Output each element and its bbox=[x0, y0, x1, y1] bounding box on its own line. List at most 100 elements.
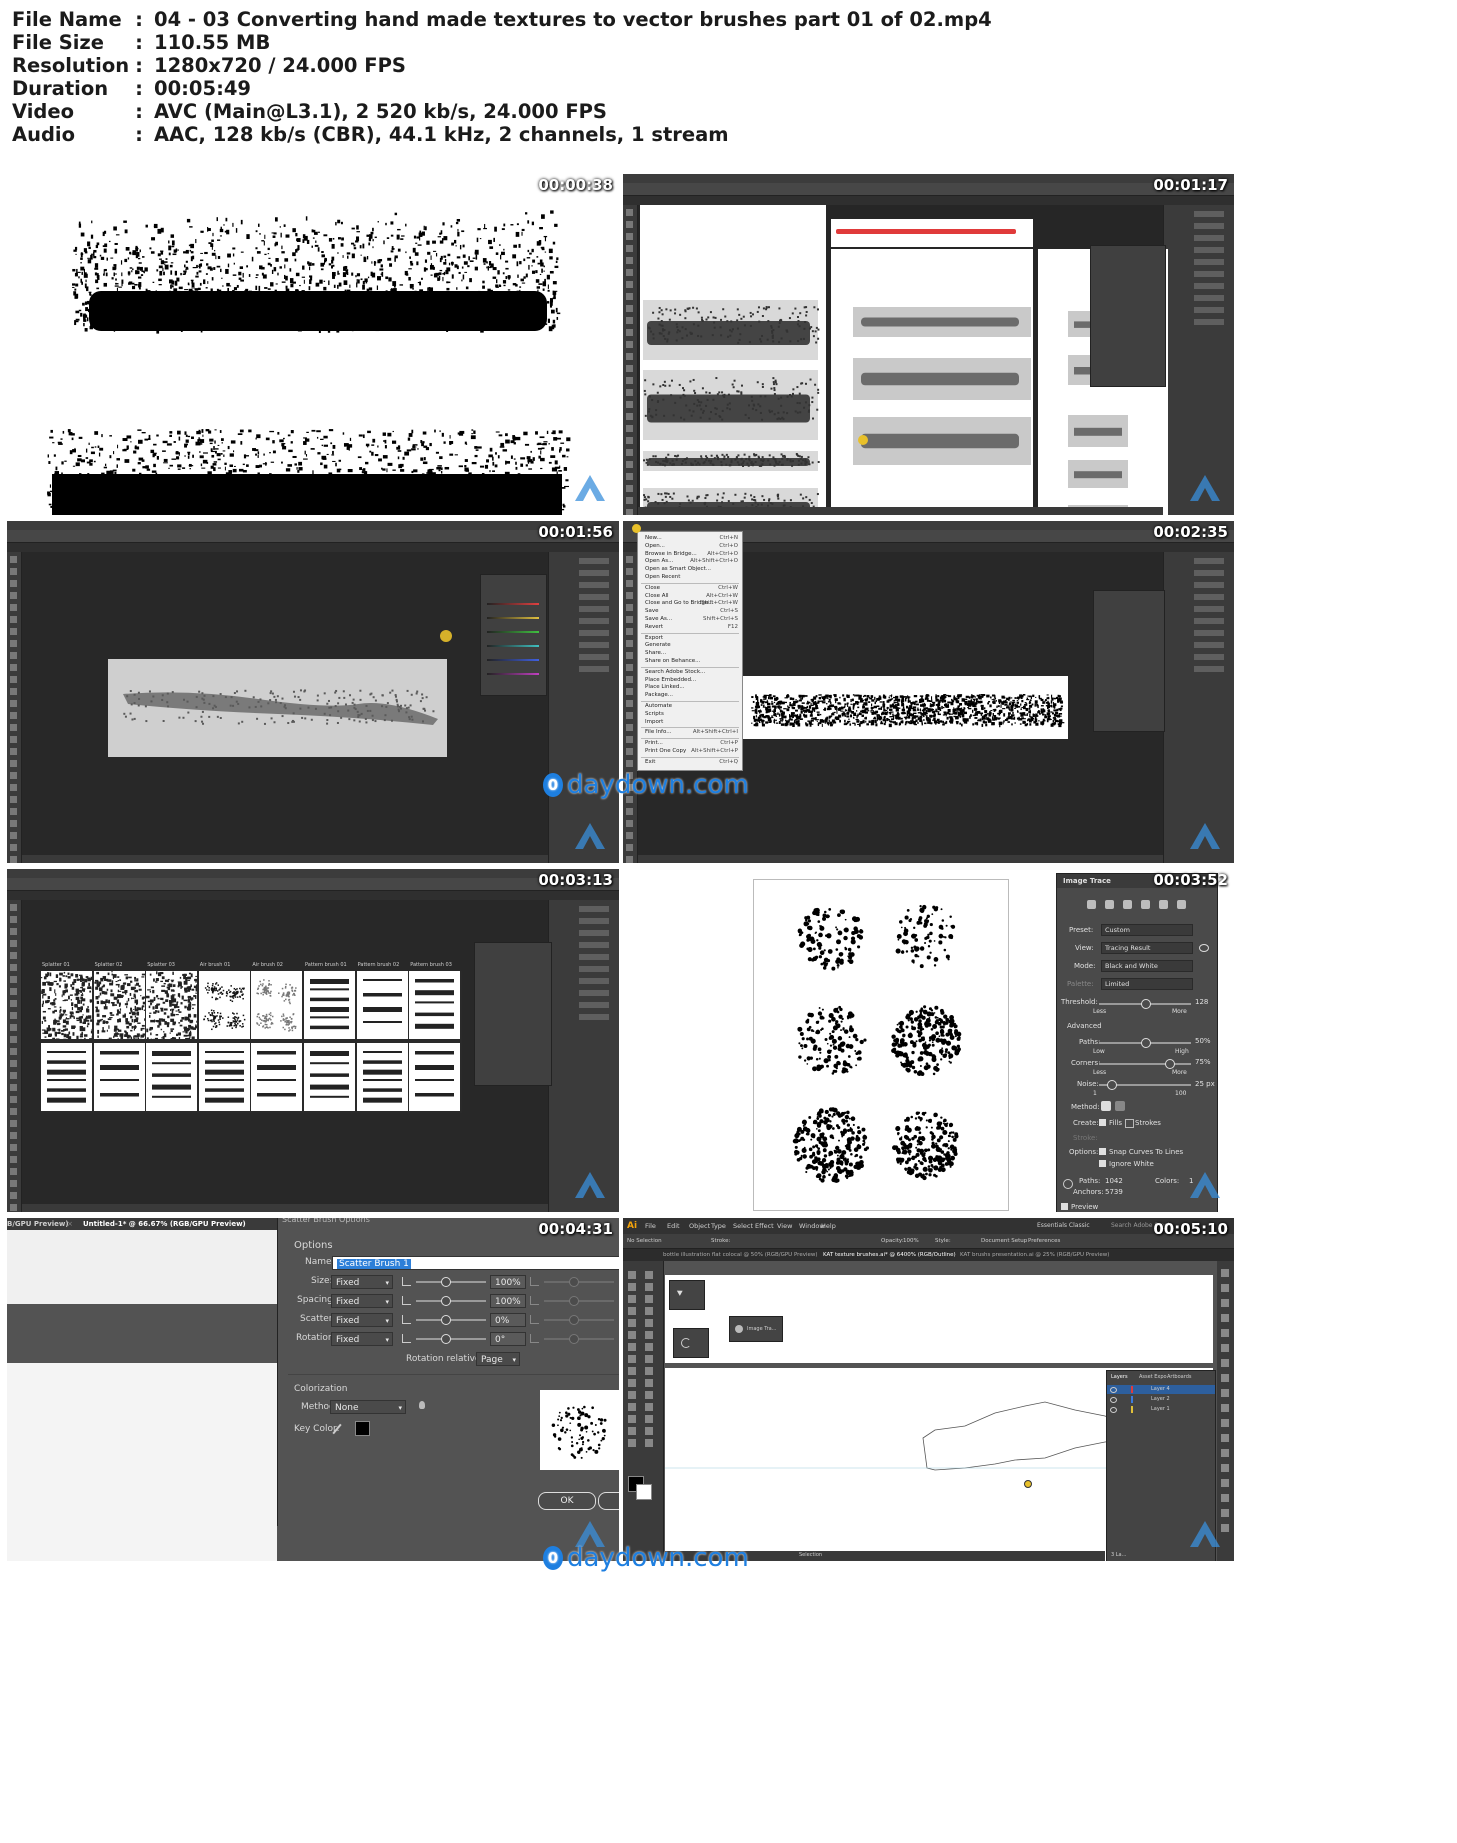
visibility-eye-icon[interactable] bbox=[1110, 1407, 1117, 1413]
panel-icon[interactable] bbox=[1194, 211, 1224, 217]
tip-bulb-icon[interactable] bbox=[419, 1401, 425, 1409]
cancel-button[interactable] bbox=[598, 1492, 619, 1510]
panel-icon[interactable] bbox=[1221, 1479, 1229, 1487]
tool-icon[interactable] bbox=[645, 1367, 653, 1375]
panel-icon[interactable] bbox=[1194, 247, 1224, 253]
tool-icon[interactable] bbox=[10, 832, 17, 839]
tool-icon[interactable] bbox=[10, 1024, 17, 1031]
tool-icon[interactable] bbox=[645, 1427, 653, 1435]
tool-icon[interactable] bbox=[10, 628, 17, 635]
file-menu-item[interactable]: New... bbox=[645, 535, 662, 541]
tool-icon[interactable] bbox=[645, 1283, 653, 1291]
tool-icon[interactable] bbox=[10, 1156, 17, 1163]
tool-icon[interactable] bbox=[628, 1427, 636, 1435]
tool-icon[interactable] bbox=[645, 1379, 653, 1387]
panel-icon[interactable] bbox=[1221, 1374, 1229, 1382]
tool-icon[interactable] bbox=[626, 233, 633, 240]
tool-icon[interactable] bbox=[645, 1295, 653, 1303]
tool-icon[interactable] bbox=[626, 473, 633, 480]
preferences-button[interactable]: Preferences bbox=[1028, 1238, 1060, 1244]
option-mode-select[interactable]: Fixed ▾ bbox=[331, 1313, 393, 1327]
layers-panel-tab[interactable]: Asset Expo bbox=[1139, 1374, 1167, 1380]
file-menu-item[interactable]: Place Linked... bbox=[645, 684, 685, 690]
tool-icon[interactable] bbox=[628, 1367, 636, 1375]
panel-icon[interactable] bbox=[1221, 1434, 1229, 1442]
panel-icon[interactable] bbox=[579, 558, 609, 564]
file-menu-item[interactable]: Share on Behance... bbox=[645, 658, 700, 664]
strokes-checkbox[interactable] bbox=[1125, 1119, 1134, 1128]
tool-icon[interactable] bbox=[626, 556, 633, 563]
file-menu-item[interactable]: Revert bbox=[645, 624, 663, 630]
tool-icon[interactable] bbox=[645, 1403, 653, 1411]
tool-icon[interactable] bbox=[626, 257, 633, 264]
tool-icon[interactable] bbox=[626, 592, 633, 599]
tool-icon[interactable] bbox=[10, 1036, 17, 1043]
tool-icon[interactable] bbox=[626, 580, 633, 587]
tool-icon[interactable] bbox=[626, 377, 633, 384]
file-menu-item[interactable]: Place Embedded... bbox=[645, 677, 696, 683]
tool-icon[interactable] bbox=[10, 1168, 17, 1175]
panel-icon[interactable] bbox=[579, 978, 609, 984]
mode-select[interactable]: Black and White bbox=[1101, 960, 1193, 972]
tool-icon[interactable] bbox=[626, 269, 633, 276]
tool-icon[interactable] bbox=[10, 616, 17, 623]
tool-icon[interactable] bbox=[626, 808, 633, 815]
file-menu-item[interactable]: Save bbox=[645, 608, 659, 614]
tool-icon[interactable] bbox=[10, 1096, 17, 1103]
panel-icon[interactable] bbox=[579, 990, 609, 996]
tool-icon[interactable] bbox=[10, 940, 17, 947]
tool-icon[interactable] bbox=[10, 844, 17, 851]
panel-icon[interactable] bbox=[1221, 1344, 1229, 1352]
tool-icon[interactable] bbox=[626, 844, 633, 851]
panel-icon[interactable] bbox=[1194, 235, 1224, 241]
tool-icon[interactable] bbox=[10, 568, 17, 575]
panel-icon[interactable] bbox=[1194, 223, 1224, 229]
tool-icon[interactable] bbox=[628, 1343, 636, 1351]
option-mode-select[interactable]: Fixed ▾ bbox=[331, 1294, 393, 1308]
tool-icon[interactable] bbox=[628, 1439, 636, 1447]
tool-icon[interactable] bbox=[626, 760, 633, 767]
file-menu-item[interactable]: Print... bbox=[645, 740, 663, 746]
menu-item[interactable]: File bbox=[645, 1222, 656, 1230]
tool-icon[interactable] bbox=[10, 964, 17, 971]
file-menu-item[interactable]: Save As... bbox=[645, 616, 672, 622]
option-slider-knob[interactable] bbox=[441, 1277, 452, 1287]
preview-checkbox[interactable] bbox=[1061, 1203, 1068, 1210]
file-menu-item[interactable]: Open Recent bbox=[645, 574, 680, 580]
tool-icon[interactable] bbox=[626, 736, 633, 743]
tool-icon[interactable] bbox=[10, 976, 17, 983]
panel-icon[interactable] bbox=[1194, 594, 1224, 600]
tool-icon[interactable] bbox=[645, 1391, 653, 1399]
tool-icon[interactable] bbox=[626, 820, 633, 827]
file-menu-item[interactable]: Open as Smart Object... bbox=[645, 566, 711, 572]
file-menu-item[interactable]: Package... bbox=[645, 692, 673, 698]
panel-icon[interactable] bbox=[1194, 606, 1224, 612]
tool-icon[interactable] bbox=[626, 640, 633, 647]
tool-icon[interactable] bbox=[10, 772, 17, 779]
menu-item[interactable]: Help bbox=[821, 1222, 836, 1230]
stroke-swatch[interactable] bbox=[636, 1484, 652, 1500]
panel-icon[interactable] bbox=[1221, 1359, 1229, 1367]
tool-icon[interactable] bbox=[10, 1204, 17, 1211]
file-menu-item[interactable]: Exit bbox=[645, 759, 655, 765]
preset-icon[interactable] bbox=[1141, 900, 1150, 909]
panel-icon[interactable] bbox=[579, 1002, 609, 1008]
tool-icon[interactable] bbox=[10, 1048, 17, 1055]
file-menu-item[interactable]: Scripts bbox=[645, 711, 664, 717]
tool-icon[interactable] bbox=[10, 640, 17, 647]
panel-icon[interactable] bbox=[1221, 1494, 1229, 1502]
tool-icon[interactable] bbox=[626, 832, 633, 839]
tool-icon[interactable] bbox=[10, 1108, 17, 1115]
tool-icon[interactable] bbox=[626, 688, 633, 695]
direct-selection-icon[interactable] bbox=[676, 1288, 685, 1296]
file-menu-item[interactable]: Search Adobe Stock... bbox=[645, 669, 705, 675]
preset-icon[interactable] bbox=[1177, 900, 1186, 909]
fills-checkbox[interactable] bbox=[1099, 1119, 1106, 1126]
color-slider[interactable] bbox=[487, 631, 539, 633]
tool-icon[interactable] bbox=[626, 652, 633, 659]
document-setup-button[interactable]: Document Setup bbox=[981, 1238, 1027, 1244]
slider-knob[interactable] bbox=[1106, 1080, 1117, 1090]
tool-icon[interactable] bbox=[626, 700, 633, 707]
color-slider[interactable] bbox=[487, 617, 539, 619]
preset-icon[interactable] bbox=[1159, 900, 1168, 909]
